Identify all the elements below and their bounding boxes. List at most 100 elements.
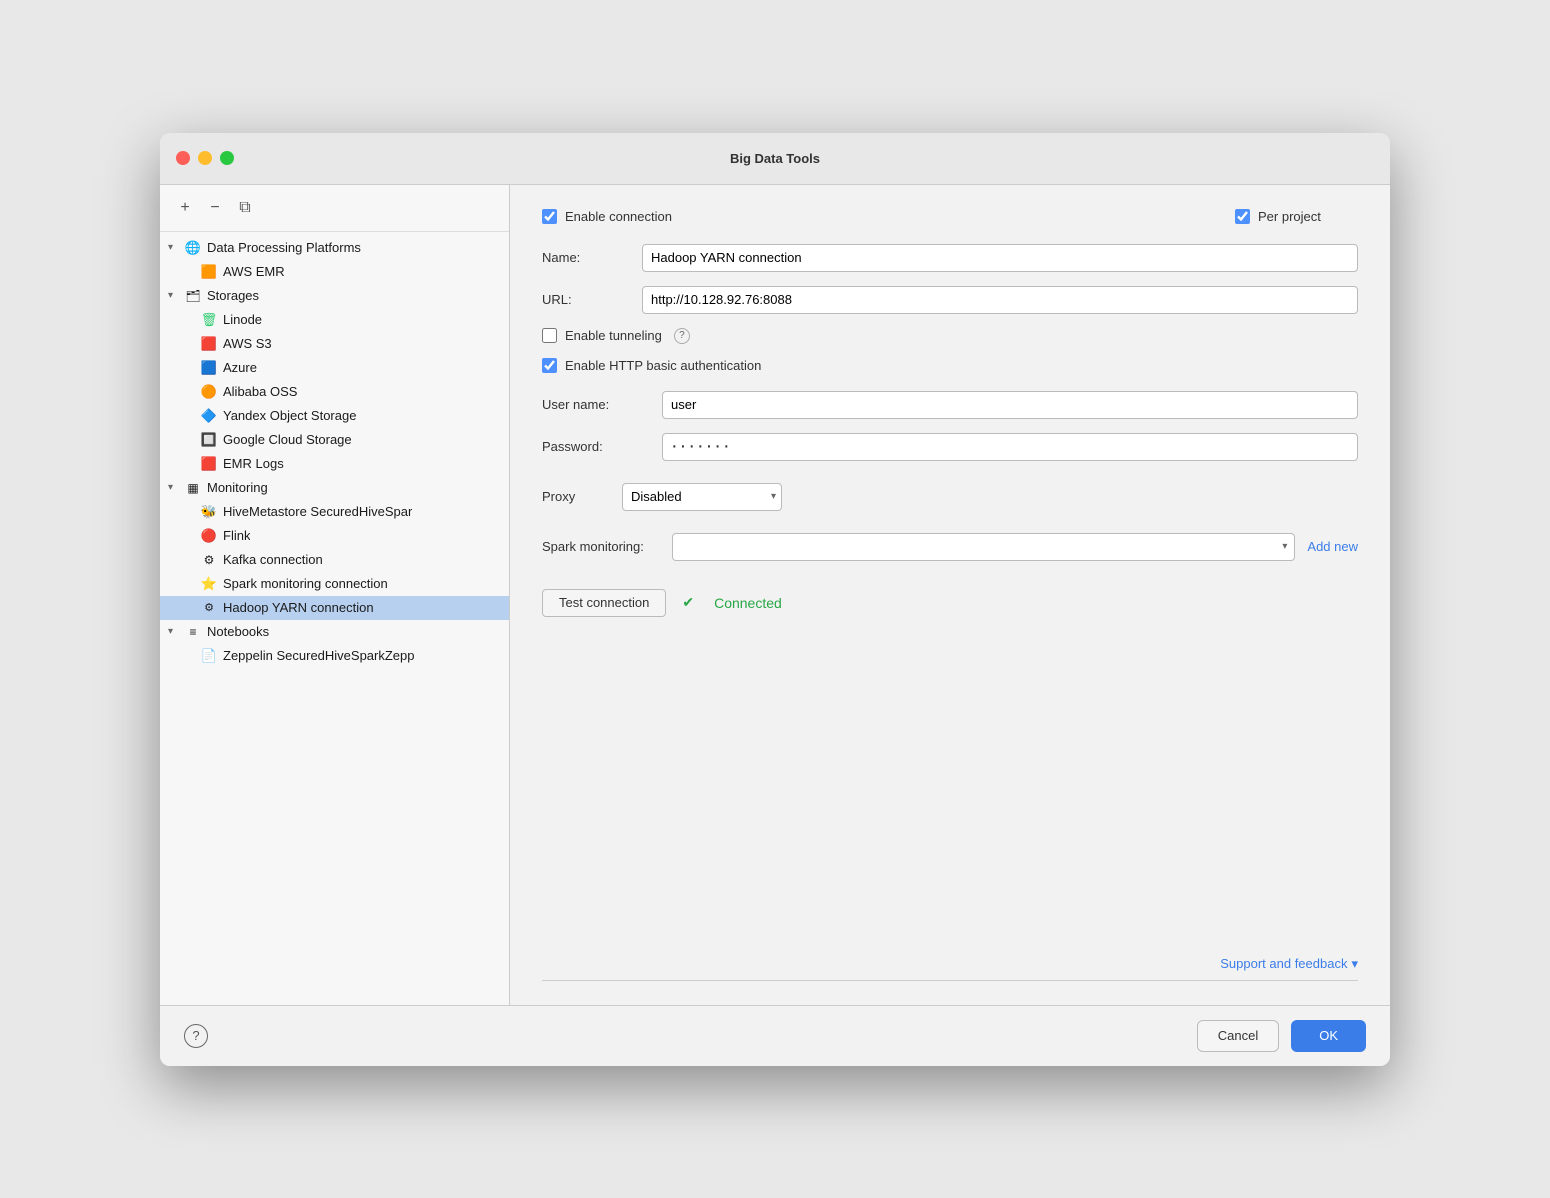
sidebar-item-monitoring[interactable]: ▾ ▦ Monitoring: [160, 476, 509, 500]
add-new-link[interactable]: Add new: [1307, 539, 1358, 554]
sidebar-item-yandex[interactable]: 🔷 Yandex Object Storage: [160, 404, 509, 428]
sidebar-item-label: Notebooks: [207, 624, 269, 639]
sidebar-item-storages[interactable]: ▾ 🗂 Storages: [160, 284, 509, 308]
sidebar-item-spark[interactable]: ⭐ Spark monitoring connection: [160, 572, 509, 596]
maximize-button[interactable]: [220, 151, 234, 165]
gcs-icon: 🔲: [200, 431, 218, 449]
sidebar-item-label: Linode: [223, 312, 262, 327]
username-label: User name:: [542, 397, 662, 412]
minimize-button[interactable]: [198, 151, 212, 165]
window-title: Big Data Tools: [730, 151, 820, 166]
sidebar-item-alibaba[interactable]: 🟠 Alibaba OSS: [160, 380, 509, 404]
per-project-checkbox[interactable]: [1235, 209, 1250, 224]
url-input[interactable]: [642, 286, 1358, 314]
proxy-select[interactable]: Disabled HTTP SOCKS: [622, 483, 782, 511]
enable-http-label: Enable HTTP basic authentication: [565, 358, 761, 373]
sidebar-item-gcs[interactable]: 🔲 Google Cloud Storage: [160, 428, 509, 452]
support-link[interactable]: Support and feedback ▾: [1220, 956, 1358, 972]
spark-monitoring-select[interactable]: [672, 533, 1295, 561]
username-row: User name:: [542, 391, 1358, 419]
copy-icon: ⧉: [239, 199, 250, 217]
notebooks-icon: ≡: [184, 623, 202, 641]
close-button[interactable]: [176, 151, 190, 165]
help-button[interactable]: ?: [184, 1024, 208, 1048]
remove-button[interactable]: −: [202, 195, 228, 221]
sidebar-item-hadoop[interactable]: ⚙ Hadoop YARN connection: [160, 596, 509, 620]
ok-button[interactable]: OK: [1291, 1020, 1366, 1052]
sidebar-item-label: Zeppelin SecuredHiveSparkZepp: [223, 648, 415, 663]
sidebar-item-hive[interactable]: 🐝 HiveMetastore SecuredHiveSpar: [160, 500, 509, 524]
content-spacer: [542, 617, 1358, 944]
spark-monitoring-label: Spark monitoring:: [542, 539, 672, 554]
bottom-bar: ? Cancel OK: [160, 1005, 1390, 1066]
sidebar: + − ⧉ ▾ 🌐 Data Processing Platforms: [160, 185, 510, 1005]
storages-icon: 🗂: [184, 287, 202, 305]
sidebar-item-linode[interactable]: 🗑 Linode: [160, 308, 509, 332]
sidebar-item-azure[interactable]: 🟦 Azure: [160, 356, 509, 380]
aws-emr-icon: 🟧: [200, 263, 218, 281]
sidebar-item-label: AWS EMR: [223, 264, 285, 279]
sidebar-item-aws-s3[interactable]: 🟥 AWS S3: [160, 332, 509, 356]
tunneling-help-icon[interactable]: ?: [674, 328, 690, 344]
name-input[interactable]: [642, 244, 1358, 272]
emr-logs-icon: 🟥: [200, 455, 218, 473]
sidebar-item-flink[interactable]: 🔴 Flink: [160, 524, 509, 548]
zeppelin-icon: 📄: [200, 647, 218, 665]
monitoring-icon: ▦: [184, 479, 202, 497]
password-input[interactable]: ·······: [662, 433, 1358, 461]
sidebar-tree: ▾ 🌐 Data Processing Platforms 🟧 AWS EMR …: [160, 232, 509, 1005]
http-auth-row: Enable HTTP basic authentication: [542, 358, 1358, 373]
add-icon: +: [180, 199, 189, 217]
sidebar-item-zeppelin[interactable]: 📄 Zeppelin SecuredHiveSparkZepp: [160, 644, 509, 668]
sidebar-item-emr-logs[interactable]: 🟥 EMR Logs: [160, 452, 509, 476]
support-row: Support and feedback ▾: [542, 944, 1358, 980]
sidebar-item-notebooks[interactable]: ▾ ≡ Notebooks: [160, 620, 509, 644]
enable-tunneling-checkbox[interactable]: [542, 328, 557, 343]
name-row: Name:: [542, 244, 1358, 272]
hive-icon: 🐝: [200, 503, 218, 521]
title-bar: Big Data Tools: [160, 133, 1390, 185]
sidebar-item-label: AWS S3: [223, 336, 272, 351]
spark-icon: ⭐: [200, 575, 218, 593]
sidebar-item-label: Kafka connection: [223, 552, 323, 567]
connected-label: Connected: [714, 595, 782, 611]
hadoop-icon: ⚙: [200, 599, 218, 617]
password-label: Password:: [542, 439, 662, 454]
toggle-icon: ▾: [168, 290, 184, 301]
enable-connection-row: Enable connection: [542, 209, 672, 224]
main-window: Big Data Tools + − ⧉ ▾ 🌐: [160, 133, 1390, 1066]
copy-button[interactable]: ⧉: [232, 195, 258, 221]
minus-icon: −: [210, 199, 219, 217]
proxy-row: Proxy Disabled HTTP SOCKS ▾: [542, 483, 1358, 511]
support-dropdown-icon: ▾: [1351, 956, 1358, 972]
sidebar-item-label: Flink: [223, 528, 250, 543]
cancel-button[interactable]: Cancel: [1197, 1020, 1279, 1052]
yandex-icon: 🔷: [200, 407, 218, 425]
sidebar-item-label: Monitoring: [207, 480, 268, 495]
enable-connection-checkbox[interactable]: [542, 209, 557, 224]
spark-monitoring-row: Spark monitoring: ▾ Add new: [542, 533, 1358, 561]
kafka-icon: ⚙: [200, 551, 218, 569]
azure-icon: 🟦: [200, 359, 218, 377]
username-input[interactable]: [662, 391, 1358, 419]
sidebar-item-label: Alibaba OSS: [223, 384, 297, 399]
password-dots: ·······: [671, 435, 732, 458]
enable-http-checkbox[interactable]: [542, 358, 557, 373]
sidebar-item-data-processing[interactable]: ▾ 🌐 Data Processing Platforms: [160, 236, 509, 260]
sidebar-item-label: EMR Logs: [223, 456, 284, 471]
add-button[interactable]: +: [172, 195, 198, 221]
test-connection-button[interactable]: Test connection: [542, 589, 666, 617]
sidebar-item-label: Spark monitoring connection: [223, 576, 388, 591]
test-connection-row: Test connection ✔ Connected: [542, 589, 1358, 617]
sidebar-item-aws-emr[interactable]: 🟧 AWS EMR: [160, 260, 509, 284]
alibaba-icon: 🟠: [200, 383, 218, 401]
content-panel: Enable connection Per project Name: URL:: [510, 185, 1390, 1005]
tunneling-row: Enable tunneling ?: [542, 328, 1358, 344]
toggle-icon: ▾: [168, 242, 184, 253]
content-divider: [542, 980, 1358, 981]
name-label: Name:: [542, 250, 642, 265]
connected-check-icon: ✔: [682, 594, 694, 611]
sidebar-item-kafka[interactable]: ⚙ Kafka connection: [160, 548, 509, 572]
s3-icon: 🟥: [200, 335, 218, 353]
linode-icon: 🗑: [200, 311, 218, 329]
